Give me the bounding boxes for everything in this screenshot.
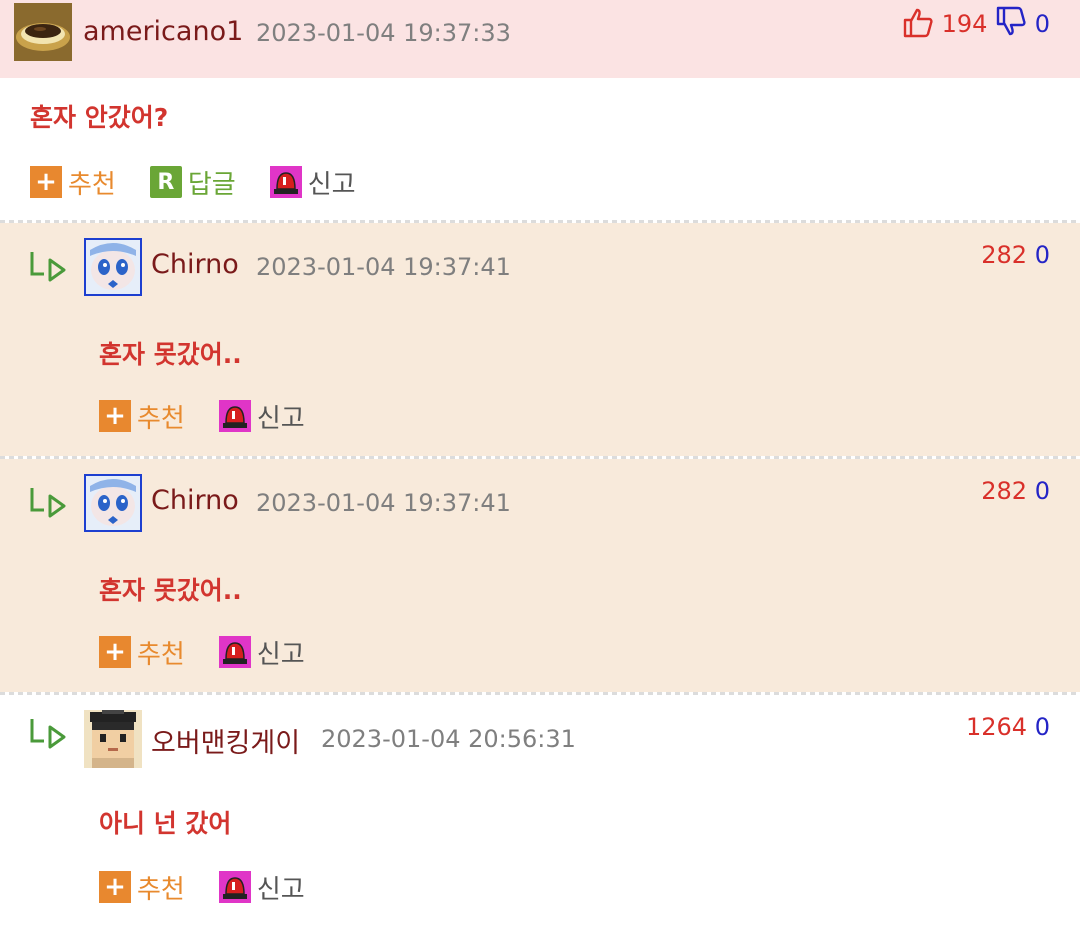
author-name[interactable]: Chirno [151,249,239,280]
plus-icon: + [99,871,131,903]
comment-date: 2023-01-04 19:37:41 [256,253,511,281]
siren-icon [269,166,302,198]
coffee-cup-avatar[interactable] [14,3,72,61]
plus-icon: + [99,400,131,432]
comment-reply: Chirno 2023-01-04 19:37:41 282 0 혼자 못갔어.… [0,223,1080,456]
comment-date: 2023-01-04 19:37:41 [256,489,511,517]
recommend-label: 추천 [68,169,116,200]
comment-text: 혼자 안갔어? [30,103,169,132]
reply-arrow-icon [28,250,68,284]
upvote-count: 282 [981,477,1028,505]
author-name[interactable]: 오버맨킹게이 [151,721,300,760]
recommend-button[interactable]: + 추천 [30,164,116,201]
reply-arrow-icon [28,486,68,520]
comment-text: 아니 넌 갔어 [99,809,232,838]
report-button[interactable]: 신고 [218,869,305,906]
report-button[interactable]: 신고 [218,398,305,435]
thumbs-up-icon[interactable] [902,6,934,44]
vote-score: 282 0 [981,477,1050,505]
downvote-count: 0 [1034,477,1050,505]
vote-score: 194 0 [902,6,1050,44]
siren-icon [218,400,251,432]
siren-icon [218,636,251,668]
report-label: 신고 [256,403,305,434]
report-button[interactable]: 신고 [269,164,356,201]
plus-icon: + [30,166,62,198]
report-button[interactable]: 신고 [218,634,305,671]
comment-text: 혼자 못갔어.. [99,340,242,369]
comment-actions: + 추천 신고 [99,398,339,435]
comment-actions: + 추천 신고 [99,869,339,906]
recommend-label: 추천 [137,874,185,905]
recommend-label: 추천 [137,403,185,434]
reply-label: 답글 [187,169,236,200]
reply-button[interactable]: R 답글 [149,164,236,201]
recommend-label: 추천 [137,639,185,670]
anime-girl-avatar[interactable] [84,238,142,296]
upvote-count: 1264 [966,713,1028,741]
comment-date: 2023-01-04 20:56:31 [321,725,576,753]
reply-icon: R [149,166,182,198]
report-label: 신고 [256,874,305,905]
reply-arrow-icon [28,717,68,751]
comment-reply: Chirno 2023-01-04 19:37:41 282 0 혼자 못갔어.… [0,459,1080,692]
comment-text: 혼자 못갔어.. [99,576,242,605]
plus-icon: + [99,636,131,668]
comment-actions: + 추천 신고 [99,634,339,671]
comment-reply: 오버맨킹게이 2023-01-04 20:56:31 1264 0 아니 넌 갔… [0,695,1080,928]
upvote-count: 194 [941,10,988,38]
recommend-button[interactable]: + 추천 [99,869,185,906]
report-label: 신고 [307,169,356,200]
vote-score: 1264 0 [966,713,1050,741]
author-name[interactable]: americano1 [83,16,243,47]
recommend-button[interactable]: + 추천 [99,634,185,671]
anime-girl-avatar[interactable] [84,474,142,532]
report-label: 신고 [256,639,305,670]
recommend-button[interactable]: + 추천 [99,398,185,435]
comment-actions: + 추천 R 답글 신고 [30,164,390,201]
upvote-count: 282 [981,241,1028,269]
author-name[interactable]: Chirno [151,485,239,516]
downvote-count: 0 [1034,713,1050,741]
comment-date: 2023-01-04 19:37:33 [256,19,511,47]
comment-top-level: americano1 2023-01-04 19:37:33 194 0 혼자 … [0,0,1080,220]
pixel-character-avatar[interactable] [84,710,142,768]
downvote-count: 0 [1034,241,1050,269]
siren-icon [218,871,251,903]
downvote-count: 0 [1034,10,1050,38]
thumbs-down-icon[interactable] [995,6,1027,44]
vote-score: 282 0 [981,241,1050,269]
